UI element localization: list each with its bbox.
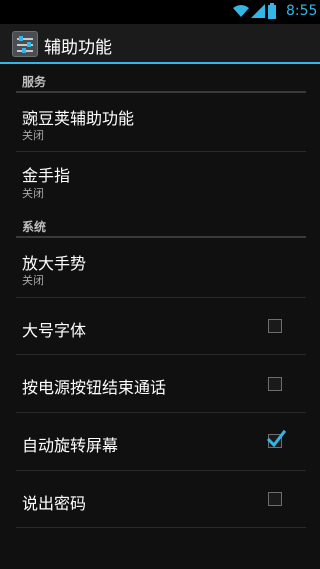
- pref-summary: 关闭: [22, 274, 44, 287]
- category-system: 系统: [16, 212, 306, 238]
- action-bar: 辅助功能: [0, 24, 320, 64]
- large-text-checkbox[interactable]: [268, 319, 282, 333]
- page-title: 辅助功能: [44, 38, 112, 58]
- pref-magnification-gestures[interactable]: 放大手势 关闭: [16, 240, 306, 298]
- status-bar: 8:55: [0, 0, 320, 24]
- pref-wandoujia-accessibility[interactable]: 豌豆荚辅助功能 关闭: [16, 95, 306, 152]
- category-system-label: 系统: [22, 220, 47, 234]
- accessibility-settings-icon[interactable]: [12, 31, 38, 57]
- pref-auto-rotate-screen[interactable]: 自动旋转屏幕: [16, 413, 306, 471]
- category-services-label: 服务: [22, 75, 47, 89]
- pref-summary: 关闭: [22, 187, 44, 200]
- battery-icon: [268, 3, 276, 19]
- pref-title: 放大手势: [22, 254, 87, 273]
- pref-speak-passwords[interactable]: 说出密码: [16, 471, 306, 528]
- pref-title: 豌豆荚辅助功能: [22, 109, 135, 128]
- checkmark-icon: [266, 429, 286, 448]
- pref-title: 自动旋转屏幕: [22, 436, 119, 455]
- category-services: 服务: [16, 67, 306, 93]
- pref-power-button-ends-call[interactable]: 按电源按钮结束通话: [16, 355, 306, 413]
- pref-title: 按电源按钮结束通话: [22, 378, 167, 397]
- pref-title: 大号字体: [22, 321, 87, 340]
- power-button-ends-call-checkbox[interactable]: [268, 377, 282, 391]
- wifi-icon: [233, 5, 249, 17]
- speak-passwords-checkbox[interactable]: [268, 492, 282, 506]
- signal-icon: [251, 4, 265, 18]
- pref-summary: 关闭: [22, 129, 44, 142]
- pref-title: 说出密码: [22, 494, 87, 513]
- pref-large-text[interactable]: 大号字体: [16, 298, 306, 355]
- pref-title: 金手指: [22, 166, 71, 185]
- status-time: 8:55: [286, 3, 318, 19]
- pref-golden-finger[interactable]: 金手指 关闭: [16, 152, 306, 210]
